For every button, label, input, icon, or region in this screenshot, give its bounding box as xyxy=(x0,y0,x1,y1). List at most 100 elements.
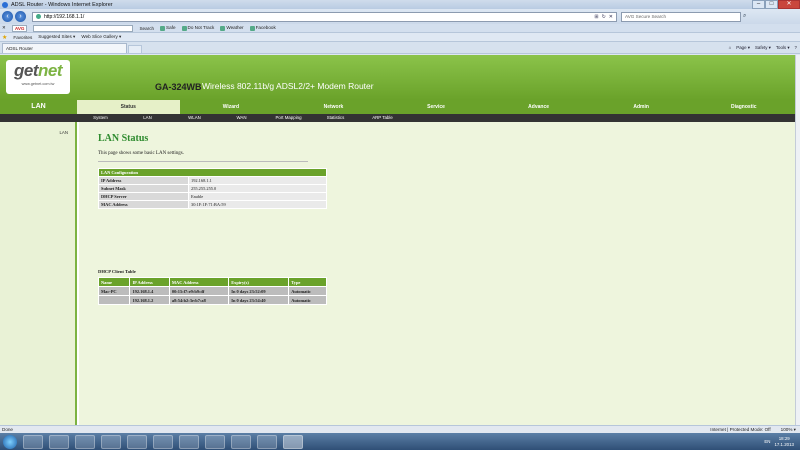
nav-service[interactable]: Service xyxy=(385,100,488,114)
toolbar-item-safe[interactable]: Safe xyxy=(160,25,176,31)
compat-view-icon[interactable]: ⊞ xyxy=(594,14,598,20)
table-row: 192.168.1.2 a8:54:b2:3e:b7:a8 In 0 days … xyxy=(97,295,327,305)
toolbar-item-weather[interactable]: Weather xyxy=(220,25,244,31)
minimize-button[interactable]: – xyxy=(752,0,765,9)
vertical-scrollbar[interactable] xyxy=(795,55,800,425)
favorites-star-icon[interactable]: ★ xyxy=(2,34,7,41)
table-row: MAC Address 30:1F:1F:71:BA:59 xyxy=(98,200,327,209)
close-button[interactable]: ✕ xyxy=(778,0,800,9)
maximize-button[interactable]: □ xyxy=(765,0,778,9)
page-description: This page shows some basic LAN settings. xyxy=(98,151,184,156)
search-icon[interactable]: ⌕ xyxy=(743,13,746,20)
nav-admin[interactable]: Admin xyxy=(590,100,693,114)
security-zone[interactable]: Internet | Protected Mode: Off xyxy=(710,427,770,433)
subnav-lan[interactable]: LAN xyxy=(124,114,171,122)
new-tab-button[interactable] xyxy=(128,45,142,53)
nav-network[interactable]: Network xyxy=(282,100,385,114)
divider xyxy=(98,161,308,162)
window-title-bar: ADSL Router - Windows Internet Explorer … xyxy=(0,0,800,9)
taskbar-save-icon[interactable] xyxy=(23,434,43,449)
refresh-icon[interactable]: ↻ xyxy=(602,14,606,20)
system-tray: EN 18:29 17.1.2013 xyxy=(764,436,800,447)
config-key: MAC Address xyxy=(98,200,189,209)
tab-adsl-router[interactable]: ADSL Router xyxy=(2,43,127,53)
dhcp-client-table: Name IP Address MAC Address Expiry(s) Ty… xyxy=(97,277,327,305)
stop-icon[interactable]: ✕ xyxy=(609,14,613,20)
avg-button[interactable]: AVG xyxy=(11,24,28,32)
address-bar[interactable]: http://192.168.1.1/ ⊞ ↻ ✕ xyxy=(32,11,617,22)
safe-icon xyxy=(160,25,166,31)
table-row: Mac-PC 192.168.1.4 00:15:f7:e9:b9:df In … xyxy=(97,286,327,296)
taskbar-skype-icon[interactable] xyxy=(179,434,199,449)
main-nav: LAN Status Wizard Network Service Advanc… xyxy=(0,100,795,114)
close-toolbar-icon[interactable]: ✕ xyxy=(2,25,6,31)
taskbar-photoshop-icon[interactable] xyxy=(153,434,173,449)
command-bar: ⌂ Page ▾ Safety ▾ Tools ▾ ? xyxy=(729,45,800,53)
cell-type: Automatic xyxy=(288,286,327,296)
cell-ip: 192.168.1.4 xyxy=(129,286,170,296)
page-viewport: getnet www.getnet.com.tw GA-324WB Wirele… xyxy=(0,55,795,425)
weather-icon xyxy=(220,25,226,31)
taskbar-terminal-icon[interactable] xyxy=(205,434,225,449)
section-label: LAN xyxy=(0,100,77,114)
status-bar: Done Internet | Protected Mode: Off 100%… xyxy=(0,425,800,433)
favorites-button[interactable]: Favorites xyxy=(13,35,32,40)
clock-date: 17.1.2013 xyxy=(774,441,794,447)
cell-mac: 00:15:f7:e9:b9:df xyxy=(168,286,230,296)
nav-status[interactable]: Status xyxy=(77,100,180,114)
back-button[interactable]: ‹ xyxy=(2,11,13,22)
page-menu[interactable]: Page ▾ xyxy=(736,45,750,51)
subnav-wlan[interactable]: WLAN xyxy=(171,114,218,122)
config-value: 192.168.1.1 xyxy=(188,176,327,185)
toolbar-search-button[interactable]: Search xyxy=(139,26,154,31)
nav-wizard[interactable]: Wizard xyxy=(180,100,283,114)
avg-toolbar: ✕ AVG Search Safe Do Not Track Weather F… xyxy=(0,24,800,33)
config-key: Subnet Mask xyxy=(98,184,189,193)
facebook-icon xyxy=(249,25,255,31)
subnav-wan[interactable]: WAN xyxy=(218,114,265,122)
taskbar-network-icon[interactable] xyxy=(231,434,251,449)
favorites-suggested-sites[interactable]: Suggested Sites ▾ xyxy=(38,34,75,40)
subnav-port-mapping[interactable]: Port Mapping xyxy=(265,114,312,122)
nav-advance[interactable]: Advance xyxy=(487,100,590,114)
config-key: IP Address xyxy=(98,176,189,185)
cell-mac: a8:54:b2:3e:b7:a8 xyxy=(168,295,230,305)
forward-button[interactable]: › xyxy=(15,11,26,22)
help-icon[interactable]: ? xyxy=(795,45,797,51)
taskbar-torrent-icon[interactable] xyxy=(75,434,95,449)
table-row: DHCP Server Enable xyxy=(98,192,327,201)
cell-expiry: In 0 days 23:52:09 xyxy=(228,286,290,296)
window-controls: – □ ✕ xyxy=(752,0,800,9)
table-row: IP Address 192.168.1.1 xyxy=(98,176,327,185)
taskbar-vlc-icon[interactable] xyxy=(127,434,147,449)
left-menu-lan[interactable]: LAN xyxy=(59,130,68,135)
subnav-arp-table[interactable]: ARP Table xyxy=(359,114,406,122)
tools-menu[interactable]: Tools ▾ xyxy=(776,45,790,51)
subnav-statistics[interactable]: Statistics xyxy=(312,114,359,122)
window-title: ADSL Router - Windows Internet Explorer xyxy=(11,1,113,8)
taskbar-app-icon[interactable] xyxy=(49,434,69,449)
taskbar-firefox-icon[interactable] xyxy=(101,434,121,449)
nav-diagnostic[interactable]: Diagnostic xyxy=(692,100,795,114)
clock[interactable]: 18:29 17.1.2013 xyxy=(774,436,794,447)
tab-row: ADSL Router ⌂ Page ▾ Safety ▾ Tools ▾ ? xyxy=(0,42,800,54)
col-header-name: Name xyxy=(97,277,131,287)
toolbar-item-dnt[interactable]: Do Not Track xyxy=(181,25,214,31)
toolbar-item-facebook[interactable]: Facebook xyxy=(249,25,276,31)
safety-menu[interactable]: Safety ▾ xyxy=(755,45,771,51)
zoom-level[interactable]: 100% ▾ xyxy=(781,427,796,433)
url-text[interactable]: http://192.168.1.1/ xyxy=(44,14,84,20)
search-input[interactable]: AVG Secure Search xyxy=(621,11,741,22)
taskbar-ie-icon[interactable] xyxy=(283,434,303,449)
language-indicator[interactable]: EN xyxy=(764,439,770,444)
taskbar-explorer-icon[interactable] xyxy=(257,434,277,449)
subnav-system[interactable]: System xyxy=(77,114,124,122)
start-button[interactable] xyxy=(3,434,17,449)
cell-expiry: In 0 days 23:54:40 xyxy=(228,295,290,305)
lan-config-header: LAN Configuration xyxy=(98,168,327,177)
home-icon[interactable]: ⌂ xyxy=(729,45,732,51)
toolbar-search-input[interactable] xyxy=(33,24,134,32)
config-value: 30:1F:1F:71:BA:59 xyxy=(188,200,327,209)
table-row: Subnet Mask 255.255.255.0 xyxy=(98,184,327,193)
favorites-web-slice-gallery[interactable]: Web Slice Gallery ▾ xyxy=(81,34,121,40)
